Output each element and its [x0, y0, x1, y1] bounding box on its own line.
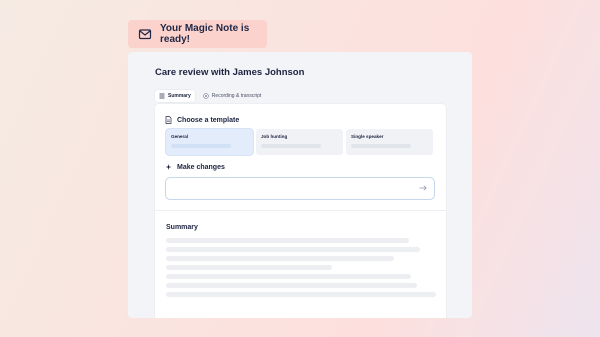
summary-placeholder-line: [166, 274, 411, 279]
summary-placeholder-line: [166, 265, 332, 270]
template-heading: Choose a template: [165, 116, 239, 124]
waveform-icon: [203, 93, 209, 99]
summary-placeholder-line: [166, 238, 409, 243]
toast-text: Your Magic Note is ready!: [160, 23, 250, 45]
template-heading-text: Choose a template: [177, 116, 240, 124]
arrow-right-icon[interactable]: [419, 185, 427, 191]
template-option-label: General: [171, 134, 189, 139]
template-option-general[interactable]: General: [166, 129, 253, 155]
template-option-label: Single speaker: [351, 134, 384, 139]
summary-panel: Choose a template General Job hunting Si…: [155, 104, 446, 318]
section-divider: [155, 210, 446, 211]
notification-toast[interactable]: Your Magic Note is ready!: [128, 20, 267, 48]
envelope-icon: [138, 27, 152, 41]
summary-placeholder-line: [166, 292, 436, 297]
page-title: Care review with James Johnson: [155, 67, 305, 78]
make-changes-heading: Make changes: [165, 163, 225, 171]
changes-input[interactable]: [166, 178, 434, 199]
tab-summary-label: Summary: [168, 93, 191, 99]
magic-note-card: Care review with James Johnson Summary R…: [128, 52, 472, 318]
template-option-placeholder: [171, 144, 231, 148]
template-option-single-speaker[interactable]: Single speaker: [346, 129, 433, 155]
tab-bar: Summary Recording & transcript: [155, 90, 265, 102]
template-option-placeholder: [351, 144, 411, 148]
list-icon: [159, 93, 165, 99]
tab-recording-label: Recording & transcript: [211, 93, 262, 99]
summary-placeholder-line: [166, 256, 394, 261]
tab-summary[interactable]: Summary: [155, 90, 195, 102]
template-option-label: Job hunting: [261, 134, 288, 139]
summary-placeholder-line: [166, 283, 417, 288]
summary-heading: Summary: [166, 224, 198, 231]
tab-recording-transcript[interactable]: Recording & transcript: [199, 90, 265, 102]
sparkle-icon: [165, 163, 172, 171]
summary-placeholder-line: [166, 247, 420, 252]
make-changes-heading-text: Make changes: [177, 163, 225, 171]
template-option-placeholder: [261, 144, 321, 148]
document-icon: [165, 116, 172, 124]
template-options: General Job hunting Single speaker: [166, 129, 433, 155]
template-option-job-hunting[interactable]: Job hunting: [256, 129, 343, 155]
